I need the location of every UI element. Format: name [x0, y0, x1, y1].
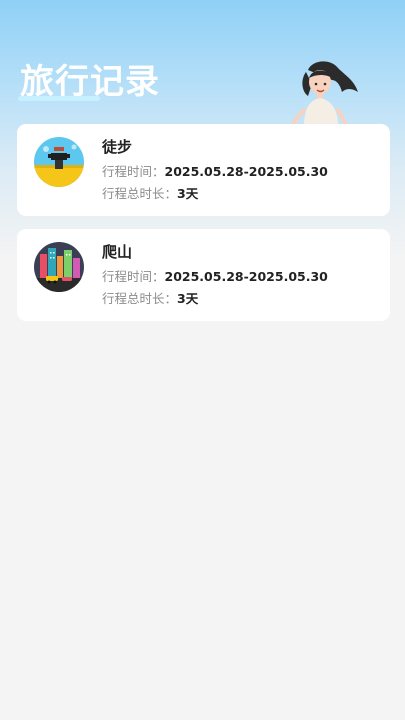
girl-illustration-icon: [290, 61, 358, 126]
city-scene-icon: [34, 242, 84, 292]
trip-date-value: 2025.05.28-2025.05.30: [164, 269, 328, 284]
trip-card[interactable]: 徒步 行程时间：2025.05.28-2025.05.30 行程总时长：3天: [17, 124, 390, 216]
trip-card[interactable]: 爬山 行程时间：2025.05.28-2025.05.30 行程总时长：3天: [17, 229, 390, 321]
trip-duration-value: 3天: [177, 291, 199, 306]
trip-duration-row: 行程总时长：3天: [102, 185, 198, 203]
trip-date-row: 行程时间：2025.05.28-2025.05.30: [102, 268, 328, 286]
trip-title: 爬山: [102, 243, 133, 261]
hiking-scene-icon: [34, 137, 84, 187]
trip-duration-label: 行程总时长：: [102, 186, 178, 201]
trip-duration-row: 行程总时长：3天: [102, 290, 198, 308]
trip-date-value: 2025.05.28-2025.05.30: [164, 164, 328, 179]
trip-duration-value: 3天: [177, 186, 199, 201]
title-underline-decoration: [18, 96, 100, 101]
trip-list: 徒步 行程时间：2025.05.28-2025.05.30 行程总时长：3天 爬…: [17, 124, 390, 334]
trip-date-label: 行程时间：: [102, 269, 165, 284]
trip-date-row: 行程时间：2025.05.28-2025.05.30: [102, 163, 328, 181]
trip-title: 徒步: [102, 138, 133, 156]
trip-duration-label: 行程总时长：: [102, 291, 178, 306]
trip-date-label: 行程时间：: [102, 164, 165, 179]
